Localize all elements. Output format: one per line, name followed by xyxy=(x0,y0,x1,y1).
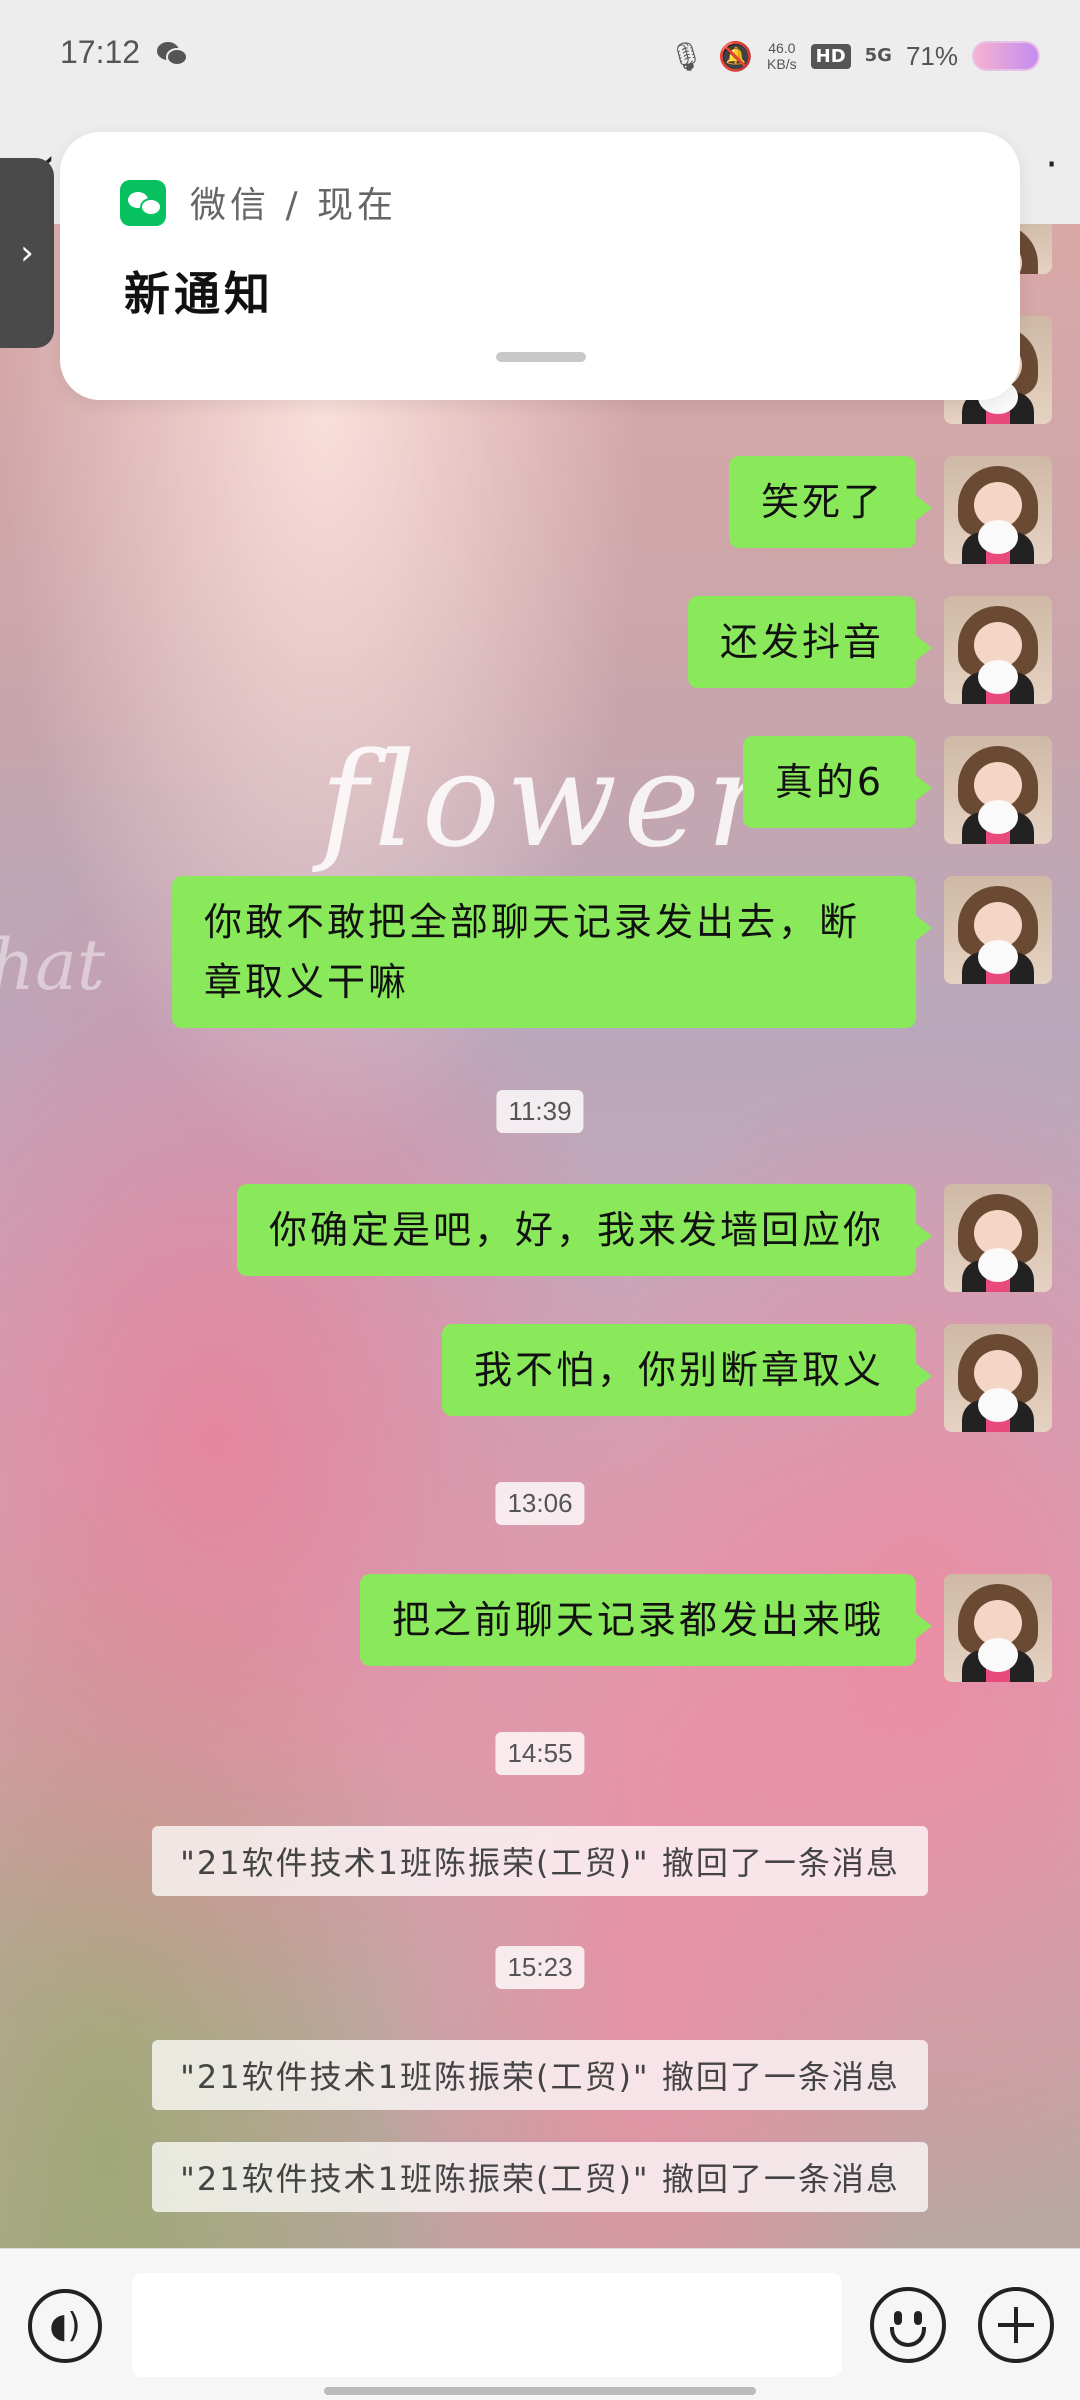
avatar[interactable] xyxy=(944,736,1052,844)
signal-5g-icon: 5G xyxy=(864,45,892,66)
input-bar: ◖) xyxy=(0,2248,1080,2400)
emoji-icon-eye xyxy=(914,2311,922,2325)
more-options-icon[interactable]: · xyxy=(1045,142,1058,188)
battery-icon xyxy=(972,41,1040,71)
voice-input-button[interactable]: ◖) xyxy=(28,2289,102,2363)
recall-notice: "21软件技术1班陈振荣(工贸)" 撤回了一条消息 xyxy=(152,2142,928,2212)
home-indicator[interactable] xyxy=(324,2387,756,2395)
avatar[interactable] xyxy=(944,596,1052,704)
message-bubble[interactable]: 把之前聊天记录都发出来哦 xyxy=(359,1574,933,1666)
timestamp: 13:06 xyxy=(495,1482,585,1525)
timestamp: 11:39 xyxy=(496,1090,584,1133)
notification-drag-handle[interactable] xyxy=(496,352,586,362)
network-speed: 46.0 KB/s xyxy=(767,40,797,72)
message-bubble[interactable]: 我不怕，你别断章取义 xyxy=(441,1324,933,1416)
avatar[interactable] xyxy=(944,1324,1052,1432)
notification-banner[interactable]: 微信 / 现在 新通知 xyxy=(60,132,1020,400)
network-speed-unit: KB/s xyxy=(767,56,797,72)
network-speed-value: 46.0 xyxy=(768,40,796,56)
message-bubble[interactable]: 笑死了 xyxy=(728,456,933,548)
notification-source: 微信 / 现在 xyxy=(190,185,398,226)
wallpaper-text: flower xyxy=(320,724,775,876)
chat-area[interactable]: flower hat 笑死了 还发抖音 真的6 你敢不敢把全部聊天记录发出去，断… xyxy=(0,224,1080,2248)
more-functions-plus-button[interactable] xyxy=(978,2287,1054,2363)
voice-icon: ◖) xyxy=(49,2306,81,2346)
emoji-button[interactable] xyxy=(870,2287,946,2363)
recall-notice: "21软件技术1班陈振荣(工贸)" 撤回了一条消息 xyxy=(152,1826,928,1896)
avatar[interactable] xyxy=(944,1184,1052,1292)
status-icons: 🎙 🔕 46.0 KB/s HD 5G 71% xyxy=(669,30,1040,82)
recall-notice: "21软件技术1班陈振荣(工贸)" 撤回了一条消息 xyxy=(152,2040,928,2110)
message-bubble[interactable]: 真的6 xyxy=(742,736,933,828)
microphone-icon: 🎙 xyxy=(668,39,705,73)
message-row: 还发抖音 xyxy=(687,596,1052,704)
timestamp: 14:55 xyxy=(495,1732,585,1775)
mute-icon: 🔕 xyxy=(718,39,754,73)
hd-badge: HD xyxy=(810,43,851,69)
floating-side-tab[interactable]: › xyxy=(0,158,54,348)
message-input[interactable] xyxy=(132,2273,842,2377)
chevron-right-icon: › xyxy=(20,233,34,273)
emoji-icon xyxy=(894,2311,902,2325)
status-bar: 17:12 🎙 🔕 46.0 KB/s HD 5G 71% xyxy=(0,0,1080,112)
message-row: 笑死了 xyxy=(728,456,1052,564)
notification-title: 新通知 xyxy=(124,267,274,321)
message-row: 把之前聊天记录都发出来哦 xyxy=(359,1574,1052,1682)
avatar[interactable] xyxy=(944,876,1052,984)
message-bubble[interactable]: 你敢不敢把全部聊天记录发出去，断章取义干嘛 xyxy=(172,876,932,1028)
wallpaper-script-text: hat xyxy=(0,924,105,1006)
battery-percent: 71% xyxy=(905,40,958,71)
message-row: 真的6 xyxy=(742,736,1052,844)
wechat-app-icon xyxy=(120,180,166,226)
avatar[interactable] xyxy=(944,456,1052,564)
avatar[interactable] xyxy=(944,1574,1052,1682)
wechat-notification-icon xyxy=(157,42,188,66)
message-row: 你敢不敢把全部聊天记录发出去，断章取义干嘛 xyxy=(172,876,1052,1028)
status-time: 17:12 xyxy=(60,34,141,70)
timestamp: 15:23 xyxy=(495,1946,585,1989)
message-row: 你确定是吧，好，我来发墙回应你 xyxy=(236,1184,1052,1292)
message-bubble[interactable]: 你确定是吧，好，我来发墙回应你 xyxy=(236,1184,933,1276)
message-bubble[interactable]: 还发抖音 xyxy=(687,596,933,688)
message-row: 我不怕，你别断章取义 xyxy=(441,1324,1052,1432)
emoji-icon-mouth xyxy=(890,2327,926,2347)
